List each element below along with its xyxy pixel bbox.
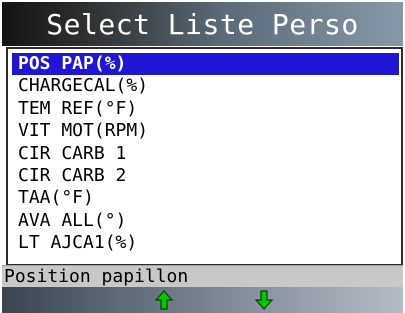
status-description: Position papillon (4, 266, 189, 287)
custom-list-panel: POS PAP(%) CHARGECAL(%) TEM REF(°F) VIT … (6, 47, 403, 266)
scan-tool-screen: Select Liste Perso POS PAP(%) CHARGECAL(… (0, 0, 405, 313)
scroll-down-button[interactable] (253, 289, 275, 311)
list-item[interactable]: CIR CARB 1 (12, 143, 399, 165)
list-item[interactable]: POS PAP(%) (12, 53, 399, 76)
status-bar: Position papillon (2, 265, 403, 288)
list-item[interactable]: CHARGECAL(%) (12, 75, 399, 97)
screen-title: Select Liste Perso (46, 7, 359, 41)
list-item[interactable]: TAA(°F) (12, 187, 399, 209)
parameter-list: POS PAP(%) CHARGECAL(%) TEM REF(°F) VIT … (12, 53, 399, 255)
list-item[interactable]: CIR CARB 2 (12, 165, 399, 187)
arrow-up-icon (154, 290, 174, 310)
list-item[interactable]: TEM REF(°F) (12, 98, 399, 120)
list-item[interactable]: VIT MOT(RPM) (12, 120, 399, 142)
scroll-up-button[interactable] (153, 289, 175, 311)
list-item[interactable]: LT AJCA1(%) (12, 232, 399, 254)
arrow-down-icon (254, 290, 274, 310)
softkey-bar (2, 287, 403, 313)
list-item[interactable]: AVA ALL(°) (12, 210, 399, 232)
title-bar: Select Liste Perso (2, 2, 403, 46)
